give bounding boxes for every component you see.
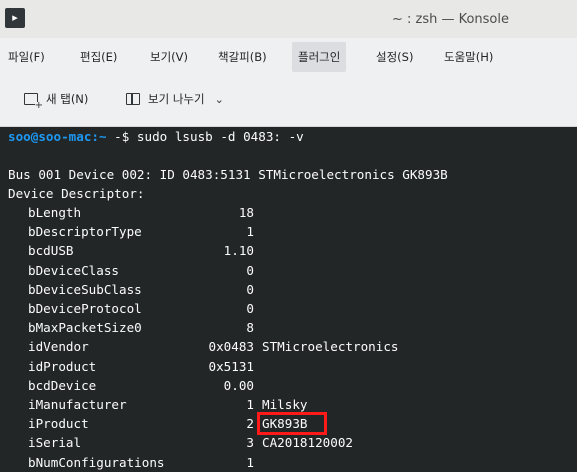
menu-help[interactable]: 도움말(H) xyxy=(444,50,493,64)
prompt-path: :~ xyxy=(91,129,107,144)
split-view-button[interactable]: 보기 나누기 ⌄ xyxy=(126,88,224,110)
menu-bookmarks[interactable]: 책갈피(B) xyxy=(218,50,267,64)
descriptor-field-row: idVendor 0x0483 STMicroelectronics xyxy=(0,337,577,356)
field-name: bcdDevice xyxy=(28,377,97,393)
field-value: 8 xyxy=(246,320,254,336)
field-name: idProduct xyxy=(28,358,97,374)
field-name: bcdUSB xyxy=(28,243,74,259)
bus-line: Bus 001 Device 002: ID 0483:5131 STMicro… xyxy=(8,167,448,182)
field-description: STMicroelectronics xyxy=(262,339,399,355)
field-name: bLength xyxy=(28,205,82,220)
descriptor-field-row: bNumConfigurations 1 xyxy=(0,453,577,472)
prompt-symbol: -$ xyxy=(106,129,137,144)
descriptor-field-row: bDeviceClass 0 xyxy=(0,261,577,280)
terminal-view[interactable]: soo@soo-mac:~ -$ sudo lsusb -d 0483: -v … xyxy=(0,127,577,472)
field-name: bDescriptorType xyxy=(28,224,142,240)
terminal-app-icon[interactable]: ▸ xyxy=(5,8,25,28)
prompt-line: soo@soo-mac:~ -$ sudo lsusb -d 0483: -v xyxy=(8,127,304,146)
new-tab-icon: + xyxy=(24,93,43,111)
field-value: 1 xyxy=(246,454,254,470)
field-name: bNumConfigurations xyxy=(28,454,165,470)
field-name: bDeviceSubClass xyxy=(28,281,142,297)
split-view-icon xyxy=(126,93,140,105)
field-value: 0 xyxy=(246,281,254,297)
field-value: 2 xyxy=(246,416,254,432)
field-value: 3 xyxy=(246,435,254,451)
title-bar[interactable]: ▸ ~ : zsh — Konsole xyxy=(0,0,577,39)
field-value: 18 xyxy=(238,205,254,220)
menu-edit[interactable]: 편집(E) xyxy=(80,50,117,64)
field-value: 0.00 xyxy=(223,377,254,393)
main-toolbar: + 새 탭(N) 보기 나누기 ⌄ xyxy=(0,74,577,127)
field-value: 0x5131 xyxy=(208,358,255,374)
field-name: iSerial xyxy=(28,435,82,451)
field-value: 1.10 xyxy=(223,243,254,259)
chevron-down-icon[interactable]: ⌄ xyxy=(215,93,224,106)
descriptor-header: Device Descriptor: xyxy=(8,186,145,201)
highlight-box xyxy=(257,412,327,436)
split-view-label: 보기 나누기 xyxy=(148,92,205,106)
menu-settings[interactable]: 설정(S) xyxy=(376,50,413,64)
menu-bar: 파일(F) 편집(E) 보기(V) 책갈피(B) 플러그인 설정(S) 도움말(… xyxy=(0,38,577,74)
descriptor-field-row: bLength 18 xyxy=(0,203,577,222)
field-value: 0 xyxy=(246,262,254,278)
menu-file[interactable]: 파일(F) xyxy=(8,50,45,64)
konsole-window: ▸ ~ : zsh — Konsole 파일(F) 편집(E) 보기(V) 책갈… xyxy=(0,0,577,472)
field-value: 1 xyxy=(246,397,254,412)
descriptor-field-row: iManufacturer 1 Milsky xyxy=(0,395,577,414)
descriptor-field-row: bcdDevice 0.00 xyxy=(0,376,577,395)
field-value: 0x0483 xyxy=(208,339,255,355)
field-name: iManufacturer xyxy=(28,397,127,412)
descriptor-field-row: idProduct 0x5131 xyxy=(0,357,577,376)
descriptor-field-row: bcdUSB 1.10 xyxy=(0,241,577,260)
window-title: ~ : zsh — Konsole xyxy=(391,12,509,27)
descriptor-field-row: iSerial 3 CA2018120002 xyxy=(0,433,577,452)
field-name: iProduct xyxy=(28,416,89,432)
new-tab-button[interactable]: + 새 탭(N) xyxy=(24,88,89,111)
field-value: 0 xyxy=(246,301,254,316)
descriptor-field-row: bDeviceProtocol 0 xyxy=(0,299,577,318)
descriptor-field-row: bDeviceSubClass 0 xyxy=(0,280,577,299)
field-name: bMaxPacketSize0 xyxy=(28,320,142,336)
field-name: idVendor xyxy=(28,339,89,355)
descriptor-field-row: bDescriptorType 1 xyxy=(0,222,577,241)
field-name: bDeviceProtocol xyxy=(28,301,142,316)
field-description: Milsky xyxy=(262,397,308,412)
descriptor-field-row: bMaxPacketSize0 8 xyxy=(0,318,577,337)
menu-view[interactable]: 보기(V) xyxy=(150,50,188,64)
menu-plugins[interactable]: 플러그인 xyxy=(292,42,347,72)
prompt-command: sudo lsusb -d 0483: -v xyxy=(136,129,304,144)
prompt-user-host: soo@soo-mac xyxy=(8,129,92,144)
field-value: 1 xyxy=(246,224,254,240)
field-description: CA2018120002 xyxy=(262,435,353,451)
new-tab-label: 새 탭(N) xyxy=(46,92,89,106)
field-name: bDeviceClass xyxy=(28,262,119,278)
